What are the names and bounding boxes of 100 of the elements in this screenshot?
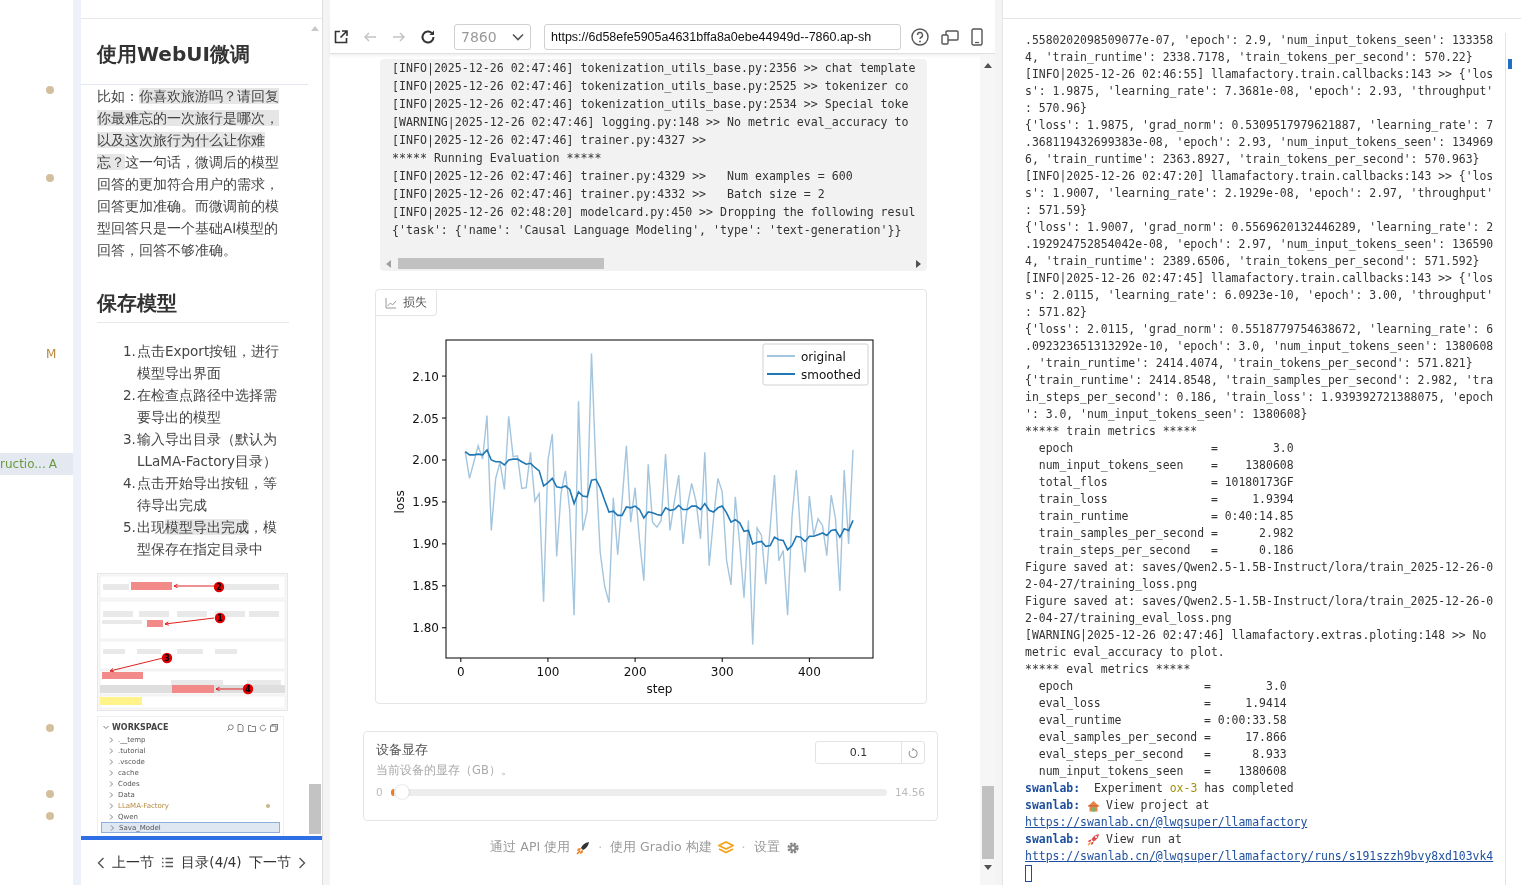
log-line: 4, 'train_runtime': 2338.7178, 'train_tokens_per_second': 570.22}: [1025, 49, 1474, 66]
axis-tick-label: 1.95: [412, 495, 439, 510]
log-line: [INFO|2025-12-26 02:46:55] llamafactory.train.callbacks:143 >> {'los: [1025, 66, 1495, 83]
chevron-left-icon[interactable]: [97, 856, 106, 869]
log-line: [INFO|2025-12-26 02:47:46] trainer.py:4327 >>: [392, 132, 708, 149]
chevron-right-icon[interactable]: [297, 856, 306, 869]
list-number: 2.: [123, 386, 137, 405]
scrollbar-thumb[interactable]: [1508, 59, 1512, 69]
log-line: , 'train_runtime': 2414.4074, 'train_tokens_per_second': 571.821}: [1025, 355, 1474, 372]
list-item-text: 输入导出目录（默认为LLaMA-Factory目录）: [137, 430, 279, 471]
phone-icon[interactable]: [971, 27, 983, 46]
external-link-icon[interactable]: [333, 28, 349, 45]
refresh-icon: [259, 723, 267, 732]
log-line: train_samples_per_second = 2.982: [1037, 525, 1295, 542]
log-line: train_runtime = 0:40:14.85: [1037, 508, 1295, 525]
log-line: [INFO|2025-12-26 02:47:46] trainer.py:4332 >> Batch size = 2: [392, 186, 826, 203]
log-line: ***** train metrics *****: [1025, 423, 1199, 440]
log-line: {'loss': 2.0115, 'grad_norm': 0.5518779754638672, 'learning_rate': 6: [1025, 321, 1495, 338]
layers-icon: [717, 840, 734, 855]
log-line: [INFO|2025-12-26 02:48:20] modelcard.py:450 >> Dropping the following resul: [392, 204, 917, 221]
log-line: epoch = 3.0: [1037, 678, 1288, 695]
log-line: eval_steps_per_second = 8.933: [1037, 746, 1288, 763]
contents-link[interactable]: 目录(4/4): [181, 853, 242, 872]
list-item-text: 出现模型导出完成，模型保存在指定目录中: [137, 518, 278, 559]
collapse-icon: [270, 723, 278, 732]
rocket-icon: [576, 840, 591, 855]
log-line: [INFO|2025-12-26 02:47:46] tokenization_utils_base.py:2534 >> Special toke: [392, 96, 910, 113]
log-line: [INFO|2025-12-26 02:47:45] llamafactory.train.callbacks:143 >> {'los: [1025, 270, 1495, 287]
log-line: 2-04-27/training_loss.png: [1025, 576, 1199, 593]
log-line: num_input_tokens_seen = 1380608: [1037, 457, 1295, 474]
separator-dot: ·: [598, 840, 603, 855]
axis-title: loss: [393, 490, 407, 514]
log-line: {'loss': 1.9007, 'grad_norm': 0.5569620132446289, 'learning_rate': 2: [1025, 219, 1495, 236]
slider-min-label: 0: [376, 786, 383, 798]
log-line: s': 1.9007, 'learning_rate': 2.1929e-08, 'epoch': 2.97, 'throughput': [1025, 185, 1495, 202]
axis-tick-label: 100: [536, 665, 560, 679]
log-link[interactable]: https://swanlab.cn/@lwqsuper/llamafactory: [1025, 814, 1505, 831]
axis-tick-label: 200: [623, 665, 647, 679]
axis-tick-label: 1.90: [412, 537, 439, 552]
log-line: [INFO|2025-12-26 02:47:46] tokenization_utils_base.py:2525 >> tokenizer co: [392, 78, 910, 95]
number-marker: 2: [213, 581, 225, 593]
log-line: train_loss = 1.9394: [1037, 491, 1295, 508]
splitter-bar[interactable]: [995, 0, 1003, 885]
number-marker: 1: [214, 612, 226, 624]
log-link[interactable]: https://swanlab.cn/@lwqsuper/llamafactory/runs/s191szzh9bvy8xd103vk4: [1025, 848, 1505, 865]
log-line: eval_loss = 1.9414: [1037, 695, 1288, 712]
log-message: Experiment ox-3 has completed: [1092, 780, 1294, 797]
previous-link[interactable]: 上一节: [112, 853, 155, 872]
list-item-text: 点击开始导出按钮，等待导出完成: [137, 474, 278, 515]
scroll-left-arrow-icon: [385, 259, 391, 268]
log-source-label: swanlab:: [1025, 780, 1081, 797]
log-line: Figure saved at: saves/Qwen2.5-1.5B-Instruct/lora/train_2025-12-26-0: [1025, 593, 1495, 610]
house-icon: [1087, 799, 1101, 812]
log-line: [INFO|2025-12-26 02:47:46] trainer.py:4329 >> Num examples = 600: [392, 168, 854, 185]
scrollbar-thumb[interactable]: [398, 258, 604, 269]
paragraph: 比如：你喜欢旅游吗？请回复你最难忘的一次旅行是哪次，以及这次旅行为什么让你难忘？这一句话，微调后的模型回答的更加符合用户的需求，回答更加准确。而微调前的模型回答只是一个基础AI模型的回答，回答不够准确。: [97, 87, 280, 260]
log-line: in_steps_per_second': 0.186, 'train_loss': 1.939392721388075, 'epoch: [1025, 389, 1495, 406]
list-item-text: 点击Export按钮，进行模型导出界面: [137, 342, 281, 383]
axis-tick-label: 1.80: [412, 621, 439, 636]
log-message: View project at: [1106, 797, 1210, 814]
log-line: [INFO|2025-12-26 02:47:46] tokenization_utils_base.py:2356 >> chat template: [392, 60, 917, 77]
git-status-letter: M: [46, 347, 57, 361]
log-line: Figure saved at: saves/Qwen2.5-1.5B-Instruct/lora/train_2025-12-26-0: [1025, 559, 1495, 576]
axis-tick-label: 400: [797, 665, 821, 679]
log-line: [WARNING|2025-12-26 02:47:46] logging.py:148 >> No metric eval_accuracy to: [392, 114, 910, 131]
list-number: 3.: [123, 430, 137, 449]
list-number: 5.: [123, 518, 137, 537]
plot-label: 损失: [376, 290, 437, 316]
list-icon[interactable]: [161, 857, 175, 868]
devices-icon[interactable]: [941, 28, 959, 45]
splitter-bar[interactable]: [73, 0, 81, 885]
slider-description: 当前设备的显存（GB）。: [376, 763, 513, 778]
log-line: ***** Running Evaluation *****: [392, 150, 603, 167]
log-source-label: swanlab:: [1025, 797, 1081, 814]
help-icon[interactable]: [911, 27, 929, 46]
axis-tick-label: 1.85: [412, 579, 439, 594]
line-chart-icon: [385, 296, 397, 309]
log-line: 4, 'train_runtime': 2389.6506, 'train_tokens_per_second': 571.592}: [1025, 253, 1481, 270]
next-link[interactable]: 下一节: [248, 853, 291, 872]
search-icon: [226, 723, 234, 732]
reload-icon[interactable]: [420, 28, 436, 45]
modified-dot: [266, 803, 270, 808]
explorer-title: WORKSPACE: [112, 723, 169, 732]
number-marker: 3: [161, 652, 173, 664]
scrollbar-thumb[interactable]: [309, 784, 321, 834]
legend-label: original: [801, 349, 846, 364]
url-field[interactable]: https://6d58efe5905a4631bffa8a0ebe44949d--7860.ap-sh: [544, 23, 901, 50]
log-line: ***** eval metrics *****: [1025, 661, 1192, 678]
scrollbar-thumb[interactable]: [981, 786, 994, 859]
log-line: ': 3.0, 'num_input_tokens_seen': 1380608}: [1025, 406, 1309, 423]
number-marker: 4: [242, 683, 254, 695]
scroll-up-arrow-icon: [311, 25, 319, 31]
axis-tick-label: 0: [457, 665, 465, 679]
log-line: train_steps_per_second = 0.186: [1037, 542, 1295, 559]
slider-thumb[interactable]: [395, 784, 410, 799]
legend-label: smoothed: [801, 367, 861, 382]
scroll-up-arrow-icon: [983, 62, 992, 68]
log-line: .5580202098509077e-07, 'epoch': 2.9, 'num_input_tokens_seen': 133358: [1025, 32, 1495, 49]
separator-dot: ·: [741, 840, 746, 855]
log-line: [WARNING|2025-12-26 02:47:46] llamafactory.extras.ploting:148 >> No: [1025, 627, 1488, 644]
